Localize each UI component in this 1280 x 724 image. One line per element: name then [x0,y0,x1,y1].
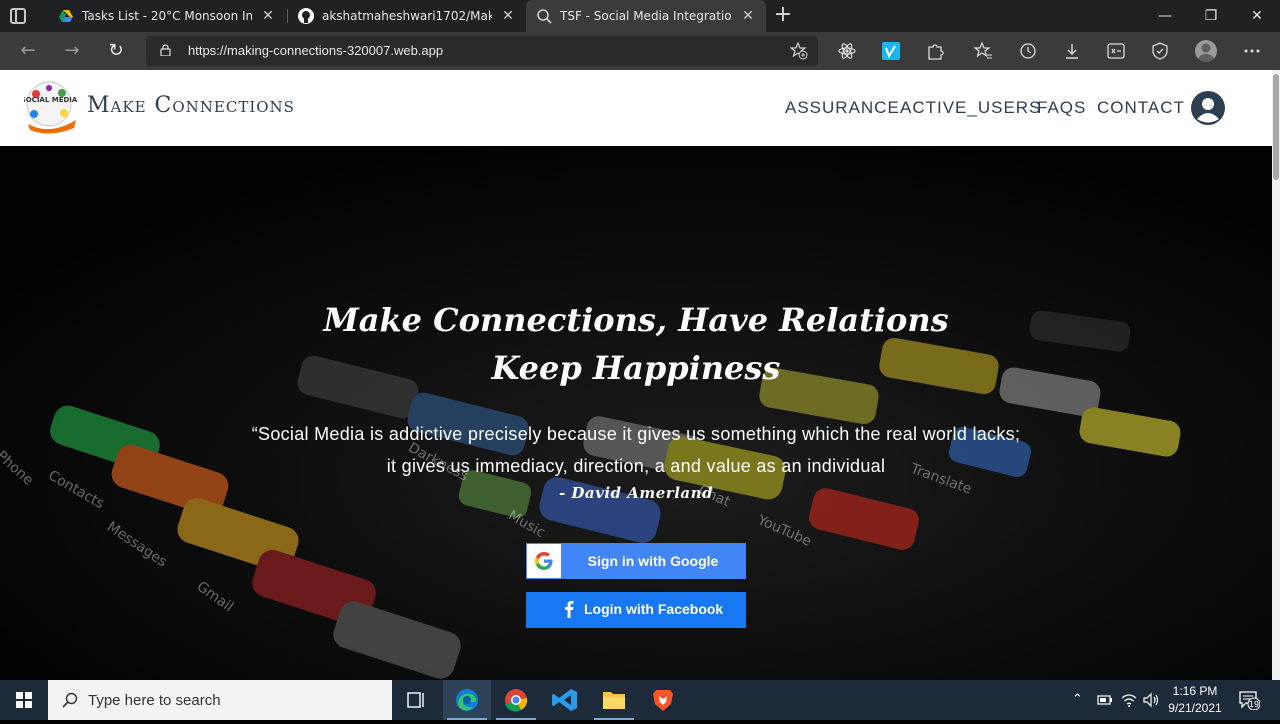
wifi-icon[interactable] [1120,692,1138,708]
browser-toolbar: ← → ↻ https://making-connections-320007.… [0,32,1280,70]
google-sign-in-button[interactable]: Sign in with Google [526,543,746,579]
nav-assurance[interactable]: ASSURANCE [785,98,900,118]
taskbar-brave[interactable] [639,680,687,720]
google-g-icon [535,552,553,570]
minimize-icon[interactable]: — [1155,6,1175,26]
close-tab-icon[interactable]: ✕ [500,8,516,24]
tab-github[interactable]: akshatmaheshwari1702/Making- ✕ [288,0,526,32]
notification-count: 19 [1249,700,1259,709]
tab-tsf-social[interactable]: TSF - Social Media Integration ✕ [526,0,766,32]
windows-logo-icon [16,692,32,708]
windows-taskbar: Type here to search ⌃ 1:16 PM 9/21/2021 … [0,680,1280,720]
nav-active-users[interactable]: ACTIVE_USERS [900,98,1041,118]
task-view-button[interactable] [392,680,440,720]
favorites-icon[interactable] [973,41,993,61]
vimeo-extension-icon[interactable] [881,41,901,61]
site-logo[interactable]: SOCIAL MEDIA [24,80,78,134]
vscode-icon [552,689,577,711]
search-placeholder: Type here to search [88,692,221,709]
restore-icon[interactable]: ❐ [1201,6,1221,26]
add-favorite-icon[interactable] [790,42,808,60]
hero-section: Phone Contacts Messages Gmail Music YouT… [0,146,1272,680]
tab-label: Tasks List - 20°C Monsoon Intern [82,9,252,23]
new-tab-button[interactable]: + [772,4,794,27]
quote-author: - David Amerland [558,484,714,502]
address-bar[interactable]: https://making-connections-320007.web.ap… [146,36,818,66]
tab-label: akshatmaheshwari1702/Making- [322,9,492,23]
nav-faqs[interactable]: FAQS [1037,98,1086,118]
close-tab-icon[interactable]: ✕ [740,8,756,24]
downloads-icon[interactable] [1062,41,1082,61]
facebook-login-button[interactable]: Login with Facebook [526,592,746,628]
site-favicon [537,9,552,24]
url-text: https://making-connections-320007.web.ap… [188,43,444,58]
google-logo-box [527,544,561,578]
nav-contact[interactable]: CONTACT [1097,98,1185,118]
clock-date: 9/21/2021 [1168,701,1222,715]
taskbar-edge[interactable] [443,680,491,720]
site-navbar: SOCIAL MEDIA Make Connections ASSURANCE … [0,70,1272,146]
close-tab-icon[interactable]: ✕ [260,8,276,24]
scrollbar-thumb[interactable] [1273,74,1279,180]
history-icon[interactable] [1018,41,1038,61]
back-icon[interactable]: ← [18,41,38,61]
forward-icon[interactable]: → [62,41,82,61]
profile-avatar-icon[interactable] [1195,40,1217,62]
refresh-icon[interactable]: ↻ [106,41,126,61]
taskbar-chrome[interactable] [492,680,540,720]
start-button[interactable] [0,680,48,720]
search-icon [62,692,78,708]
system-clock[interactable]: 1:16 PM 9/21/2021 [1160,683,1230,717]
tab-label: TSF - Social Media Integration [560,9,732,23]
web-page: SOCIAL MEDIA Make Connections ASSURANCE … [0,70,1272,680]
taskbar-search-box[interactable]: Type here to search [48,680,392,720]
math-solver-icon[interactable] [1106,41,1126,61]
react-devtools-icon[interactable] [837,41,857,61]
tab-actions-icon[interactable] [10,8,26,24]
edge-icon [456,689,478,711]
hero-heading-line-1: Make Connections, Have Relations [323,301,949,339]
show-hidden-icons[interactable]: ⌃ [1072,692,1083,707]
hero-heading: Make Connections, Have Relations Keep Ha… [0,296,1272,392]
quote-line-1: “Social Media is addictive precisely bec… [251,424,1021,444]
facebook-f-icon [565,601,574,618]
quote-line-2: it gives us immediacy, direction, a and … [386,456,886,476]
taskbar-vscode[interactable] [541,680,589,720]
volume-icon[interactable] [1142,692,1160,708]
browser-tab-bar: Tasks List - 20°C Monsoon Intern ✕ aksha… [0,0,1280,32]
site-brand[interactable]: Make Connections [87,93,295,118]
close-window-icon[interactable]: ✕ [1247,6,1267,26]
brave-icon [653,690,673,711]
chrome-icon [505,689,528,712]
more-options-icon[interactable] [1242,41,1262,61]
notifications-icon[interactable]: 19 [1238,690,1260,710]
logo-text: SOCIAL MEDIA [24,96,78,104]
task-view-icon [407,692,424,708]
extensions-icon[interactable] [925,41,945,61]
file-explorer-icon [603,692,625,709]
google-button-label: Sign in with Google [587,553,719,569]
tab-tasks-list[interactable]: Tasks List - 20°C Monsoon Intern ✕ [48,0,286,32]
facebook-button-label: Login with Facebook [584,601,724,617]
google-drive-icon [59,10,73,22]
github-icon [298,8,314,24]
taskbar-file-explorer[interactable] [590,680,638,720]
battery-icon[interactable] [1095,693,1113,707]
lock-icon [160,44,171,56]
browser-essentials-icon[interactable] [1150,41,1170,61]
clock-time: 1:16 PM [1172,684,1218,698]
hero-heading-line-2: Keep Happiness [491,349,781,387]
user-account-icon[interactable] [1190,90,1226,126]
hero-quote: “Social Media is addictive precisely bec… [0,418,1272,482]
